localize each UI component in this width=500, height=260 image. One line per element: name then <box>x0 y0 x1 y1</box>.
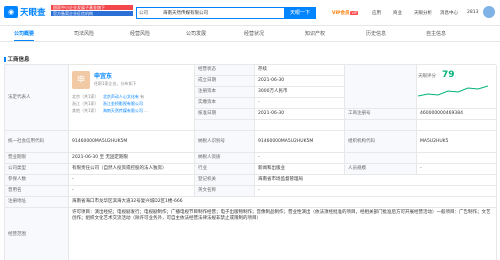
score-label-cell <box>345 65 417 109</box>
legal-rep-company-row: 浙江（共1家） 浙江金桥影视有限公司 <box>72 101 143 106</box>
legal-rep-name[interactable]: 申宜东 <box>94 71 112 80</box>
tax-no-label: 纳税人识别号 <box>195 131 255 153</box>
reg-capital-label: 注册资本 <box>195 87 255 98</box>
message-center-link[interactable]: 消息中心 <box>440 10 458 16</box>
established-label: 成立日期 <box>195 76 255 87</box>
status-value: 存续 <box>255 65 345 76</box>
tab-history[interactable]: 历史信息 <box>366 30 386 37</box>
legal-rep-company-link[interactable]: 浙江金桥影视有限公司 <box>103 101 143 106</box>
tab-self-info[interactable]: 自主信息 <box>426 30 446 37</box>
term-value: 2021-06-30 至 无固定期限 <box>69 153 195 164</box>
search-input[interactable]: 公司 海南天然传媒有限公司 <box>136 7 284 19</box>
legal-rep-company-row: 北京（共1家） 北京声动人心文化有 有 <box>72 94 145 99</box>
former-value: - <box>69 186 195 197</box>
legal-rep-avatar: 申 <box>72 71 90 89</box>
industry-value: 新闻和出版业 <box>255 164 345 175</box>
en-value: - <box>255 186 497 197</box>
former-label: 曾用名 <box>5 186 69 197</box>
search-type-select[interactable]: 公司 <box>139 10 148 16</box>
established-value: 2021-06-30 <box>255 76 345 87</box>
credit-label: 统一社会信用代码 <box>5 131 69 153</box>
vip-badge: VIP <box>350 11 359 15</box>
scope-value: 许可项目：演出经纪；电视剧发行；电视剧制作；广播电视节目制作经营；电子出版物制作… <box>69 208 497 260</box>
type-label: 公司类型 <box>5 164 69 175</box>
reg-no-value: 460000000469384 <box>417 109 497 120</box>
avatar[interactable] <box>483 6 495 18</box>
gov-tag: 国家中小企业发展子基金旗下 官方备案企业征信机构 <box>51 5 133 19</box>
legal-rep-company-link[interactable]: 北京声动人心文化有 <box>103 94 139 99</box>
authority-value: 海南省市场监督管理局 <box>255 175 497 186</box>
empty-label <box>195 120 255 131</box>
staff-value: - <box>417 164 497 175</box>
vip-link[interactable]: VIP会员 VIP <box>332 10 359 16</box>
approve-value: 2021-06-30 <box>255 109 345 120</box>
logo-text: 天眼查 <box>20 7 46 17</box>
authority-label: 登记机关 <box>195 175 255 186</box>
empty-value-3 <box>417 153 497 164</box>
search-button[interactable]: 天眼一下 <box>284 7 316 19</box>
gov-tag-line1: 国家中小企业发展子基金旗下 <box>51 5 133 10</box>
approve-label: 核准日期 <box>195 109 255 120</box>
staff-label: 人员规模 <box>345 164 417 175</box>
tab-bar: 公司概要 司法风险 经营风险 公司发展 经营状况 知识产权 历史信息 自主信息 <box>0 28 500 42</box>
logo[interactable]: ◉ 天眼查 <box>4 5 48 19</box>
tab-overview[interactable]: 公司概要 <box>14 30 35 41</box>
legal-rep-company-link[interactable]: 海南天然传媒有限公司 <box>103 108 143 113</box>
en-label: 英文名称 <box>195 186 255 197</box>
address-value: 海南省海口市龙华区滨海大道32号复兴城D2区1楼-666 <box>69 197 497 208</box>
legal-rep-card: 申 申宜东 任职1家企业，分布如下 北京（共1家） 北京声动人心文化有 有 浙江… <box>72 68 190 130</box>
tianyan-score[interactable]: 天眼评分 79 <box>418 70 490 100</box>
product-link[interactable]: 商业 <box>393 10 402 16</box>
gov-tag-line2: 官方备案企业征信机构 <box>51 11 133 16</box>
empty-value <box>255 120 345 131</box>
insured-label: 参保人数 <box>5 175 69 186</box>
tab-ip[interactable]: 知识产权 <box>305 30 325 37</box>
reg-capital-value: 3000万人民币 <box>255 87 345 98</box>
user-id[interactable]: 2813 <box>467 10 478 15</box>
type-value: 有限责任公司（自然人投资或控股的法人独资） <box>69 164 195 175</box>
industry-label: 行业 <box>195 164 255 175</box>
org-code-value[interactable]: MA5U2HUK5 <box>417 131 497 153</box>
empty-label-3 <box>345 153 417 164</box>
empty-label-2 <box>345 120 417 131</box>
reg-no-label: 工商注册号 <box>345 109 417 120</box>
section-title: 工商信息 <box>4 55 30 63</box>
eye-logo-icon: ◉ <box>4 6 18 18</box>
tab-legal-risk[interactable]: 司法风险 <box>74 30 94 37</box>
app-link[interactable]: 应用 <box>372 10 381 16</box>
tab-operations[interactable]: 经营状况 <box>244 30 264 37</box>
taxpayer-value: - <box>255 153 345 164</box>
tab-development[interactable]: 公司发展 <box>186 30 206 37</box>
legal-rep-label: 法定代表人 <box>5 65 69 131</box>
status-label: 经营状态 <box>195 65 255 76</box>
score-label: 天眼评分 <box>418 74 436 79</box>
paid-capital-label: 实缴资本 <box>195 98 255 109</box>
org-code-label: 组织机构代码 <box>345 131 417 153</box>
address-label: 注册地址 <box>5 197 69 208</box>
score-number: 79 <box>442 70 455 80</box>
search-value: 海南天然传媒有限公司 <box>163 11 208 16</box>
credit-value[interactable]: 91460000MA5U2HUK5M <box>69 131 195 153</box>
taxpayer-label: 纳税人资质 <box>195 153 255 164</box>
insured-value: - <box>69 175 195 186</box>
scope-label: 经营范围 <box>5 208 69 260</box>
tab-business-risk[interactable]: 经营风险 <box>130 30 150 37</box>
score-trend-icon <box>418 85 488 97</box>
top-bar: ◉ 天眼查 国家中小企业发展子基金旗下 官方备案企业征信机构 公司 海南天然传媒… <box>0 0 500 26</box>
paid-capital-value: - <box>255 98 345 109</box>
term-label: 营业期限 <box>5 153 69 164</box>
empty-value-2 <box>417 120 497 131</box>
legal-rep-company-row: 其他（共1家） 海南天然传媒有限公司 ... <box>72 108 148 113</box>
report-link[interactable]: 天眼分析 <box>414 10 432 16</box>
tax-no-value[interactable]: 91460000MA5U2HUK5M <box>255 131 345 153</box>
legal-rep-summary: 任职1家企业，分布如下 <box>94 81 137 86</box>
